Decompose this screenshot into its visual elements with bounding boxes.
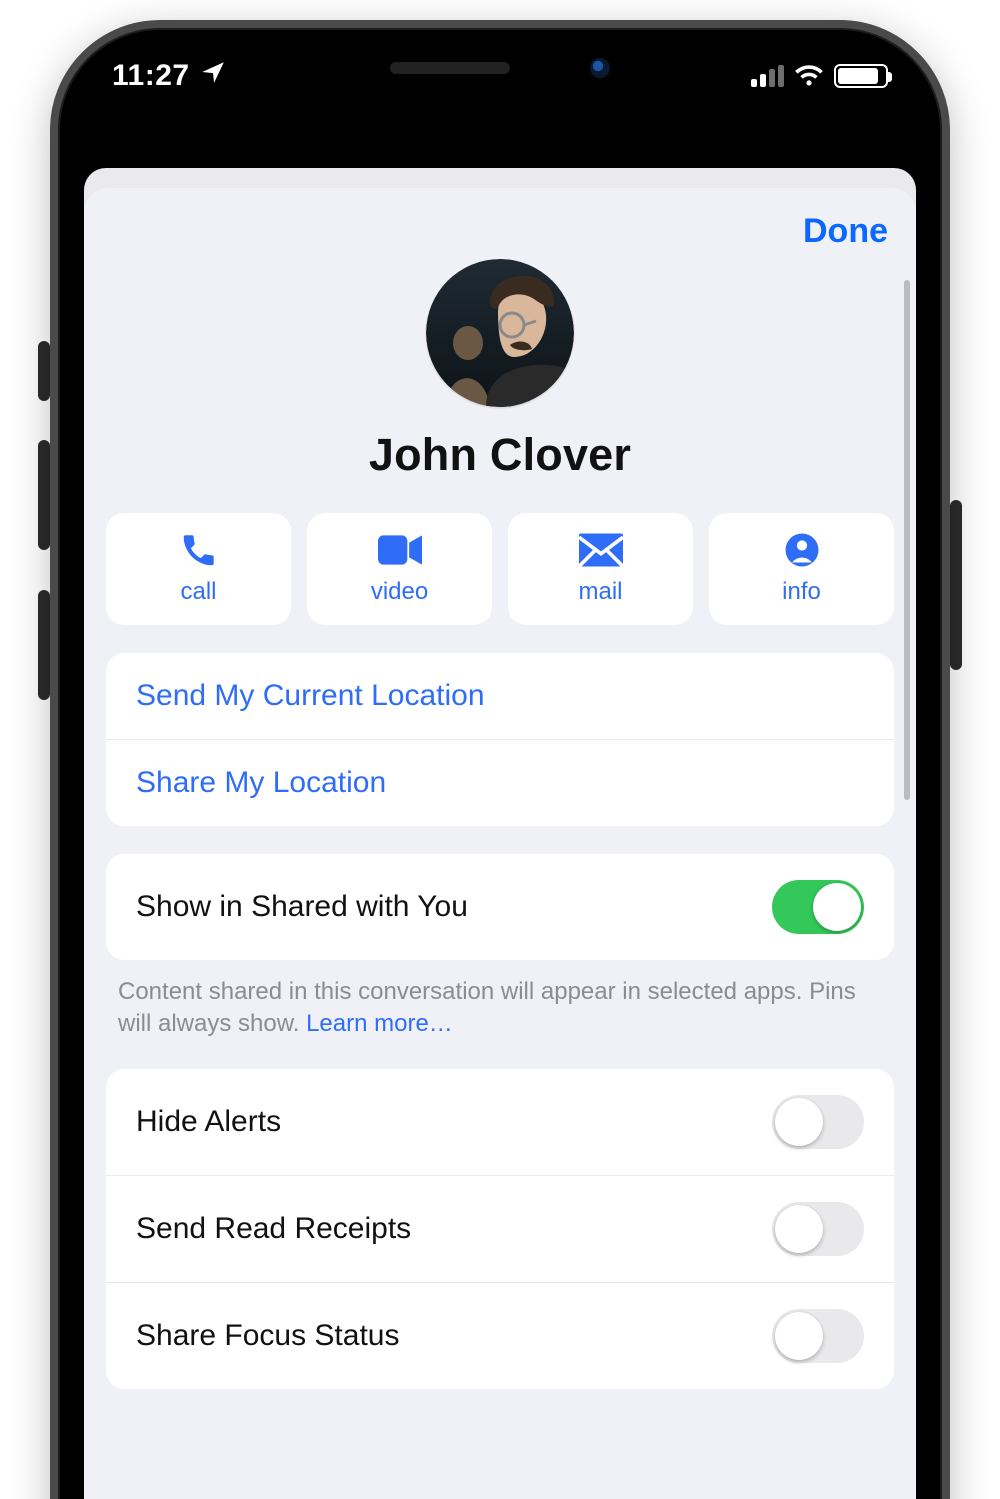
conversation-settings-panel: Hide Alerts Send Read Receipts Share Foc… <box>106 1069 894 1389</box>
battery-icon <box>834 64 888 88</box>
video-label: video <box>371 578 428 606</box>
mail-button[interactable]: mail <box>508 513 693 625</box>
contact-name: John Clover <box>369 429 631 481</box>
read-receipts-row[interactable]: Send Read Receipts <box>106 1175 894 1282</box>
share-my-location-button[interactable]: Share My Location <box>106 739 894 826</box>
done-button[interactable]: Done <box>803 212 888 251</box>
share-focus-status-row[interactable]: Share Focus Status <box>106 1282 894 1389</box>
scroll-indicator[interactable] <box>904 280 910 800</box>
show-shared-with-you-row[interactable]: Show in Shared with You <box>106 854 894 960</box>
share-focus-status-toggle[interactable] <box>772 1309 864 1363</box>
earpiece <box>390 62 510 74</box>
iphone-frame: 11:27 Done <box>50 20 950 1499</box>
mail-icon <box>579 532 623 568</box>
mail-label: mail <box>578 578 622 606</box>
location-arrow-icon <box>200 59 226 93</box>
shared-with-you-hint-text: Content shared in this conversation will… <box>118 978 856 1037</box>
notch <box>300 34 700 102</box>
show-shared-with-you-toggle[interactable] <box>772 880 864 934</box>
contact-details-sheet: Done <box>84 188 916 1499</box>
volume-up-button <box>38 440 50 550</box>
person-circle-icon <box>780 532 824 568</box>
call-label: call <box>180 578 216 606</box>
info-button[interactable]: info <box>709 513 894 625</box>
cell-signal-icon <box>751 65 784 87</box>
info-label: info <box>782 578 821 606</box>
location-panel: Send My Current Location Share My Locati… <box>106 653 894 826</box>
share-focus-status-label: Share Focus Status <box>136 1319 399 1353</box>
read-receipts-toggle[interactable] <box>772 1202 864 1256</box>
send-current-location-button[interactable]: Send My Current Location <box>106 653 894 739</box>
volume-down-button <box>38 590 50 700</box>
contact-actions: call video mail <box>84 481 916 625</box>
hide-alerts-row[interactable]: Hide Alerts <box>106 1069 894 1175</box>
front-camera <box>590 58 610 78</box>
canvas: 11:27 Done <box>0 0 1000 1499</box>
wifi-icon <box>794 64 824 88</box>
call-button[interactable]: call <box>106 513 291 625</box>
read-receipts-label: Send Read Receipts <box>136 1212 411 1246</box>
mute-switch <box>38 341 50 401</box>
shared-with-you-hint: Content shared in this conversation will… <box>84 960 916 1041</box>
video-icon <box>378 532 422 568</box>
shared-with-you-panel: Show in Shared with You <box>106 854 894 960</box>
show-shared-with-you-label: Show in Shared with You <box>136 890 468 924</box>
hide-alerts-toggle[interactable] <box>772 1095 864 1149</box>
hide-alerts-label: Hide Alerts <box>136 1105 281 1139</box>
video-button[interactable]: video <box>307 513 492 625</box>
phone-icon <box>177 532 221 568</box>
contact-avatar[interactable] <box>426 259 574 407</box>
status-time: 11:27 <box>112 59 190 93</box>
power-button <box>950 500 962 670</box>
learn-more-link[interactable]: Learn more… <box>306 1010 453 1037</box>
